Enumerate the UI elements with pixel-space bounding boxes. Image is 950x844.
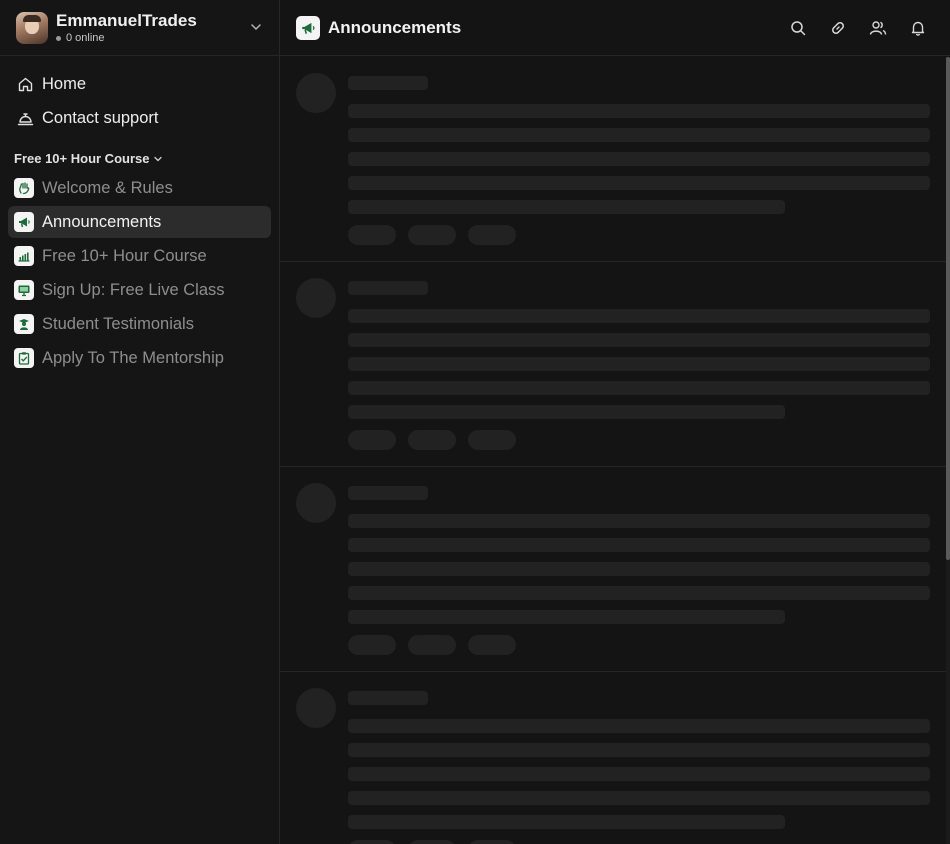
channel-label: Free 10+ Hour Course: [42, 246, 207, 265]
channel-free-course[interactable]: Free 10+ Hour Course: [8, 240, 271, 272]
channel-announcements[interactable]: Announcements: [8, 206, 271, 238]
nav-item-contact-support[interactable]: Contact support: [8, 102, 271, 134]
skeleton-name: [348, 691, 428, 705]
skeleton-line: [348, 791, 930, 805]
skeleton-name: [348, 76, 428, 90]
waving-hand-icon: [14, 178, 34, 198]
channel-list: Welcome & Rules Announcements Free 10+ H…: [0, 172, 279, 374]
skeleton-reaction-pill: [348, 430, 396, 450]
skeleton-name: [348, 486, 428, 500]
skeleton-line: [348, 743, 930, 757]
skeleton-line: [348, 357, 930, 371]
skeleton-reaction-pill: [468, 225, 516, 245]
skeleton-line: [348, 381, 930, 395]
skeleton-line: [348, 152, 930, 166]
server-name: EmmanuelTrades: [56, 11, 197, 30]
page-title: Announcements: [328, 17, 462, 37]
main-panel: Announcements: [280, 0, 950, 844]
online-dot-icon: [56, 35, 61, 41]
nav-item-label: Home: [42, 74, 87, 93]
megaphone-icon: [296, 15, 320, 40]
search-icon[interactable]: [788, 18, 808, 38]
main-nav: Home Contact support: [0, 56, 279, 134]
skeleton-line: [348, 815, 785, 829]
bell-desk-icon: [16, 109, 34, 127]
skeleton-line: [348, 610, 785, 624]
notification-bell-icon[interactable]: [908, 18, 928, 38]
channel-apply-mentorship[interactable]: Apply To The Mentorship: [8, 342, 271, 374]
header-actions: [788, 18, 928, 38]
channel-label: Apply To The Mentorship: [42, 348, 224, 367]
skeleton-reaction-pill: [468, 635, 516, 655]
skeleton-reaction-pill: [408, 840, 456, 844]
online-status: 0 online: [56, 32, 197, 44]
post-skeleton: [280, 672, 946, 844]
skeleton-avatar: [296, 483, 336, 523]
skeleton-reaction-pill: [468, 840, 516, 844]
skeleton-avatar: [296, 278, 336, 318]
scrollbar-thumb[interactable]: [946, 57, 950, 560]
nav-item-home[interactable]: Home: [8, 68, 271, 100]
channel-student-testimonials[interactable]: Student Testimonials: [8, 308, 271, 340]
server-title-block: EmmanuelTrades 0 online: [56, 11, 197, 44]
skeleton-line: [348, 309, 930, 323]
clipboard-icon: [14, 348, 34, 368]
members-icon[interactable]: [868, 18, 888, 38]
skeleton-line: [348, 333, 930, 347]
section-header-course[interactable]: Free 10+ Hour Course: [14, 151, 279, 166]
skeleton-line: [348, 200, 785, 214]
message-feed[interactable]: [280, 57, 946, 844]
server-header[interactable]: EmmanuelTrades 0 online: [0, 0, 279, 56]
nav-item-label: Contact support: [42, 108, 159, 127]
skeleton-name: [348, 281, 428, 295]
chevron-down-icon[interactable]: [249, 20, 263, 34]
channel-label: Welcome & Rules: [42, 178, 173, 197]
skeleton-line: [348, 538, 930, 552]
section-title: Free 10+ Hour Course: [14, 151, 150, 166]
skeleton-line: [348, 176, 930, 190]
skeleton-avatar: [296, 688, 336, 728]
monitor-icon: [14, 280, 34, 300]
graduate-icon: [14, 314, 34, 334]
skeleton-reaction-pill: [408, 430, 456, 450]
chart-bars-icon: [14, 246, 34, 266]
channel-welcome-rules[interactable]: Welcome & Rules: [8, 172, 271, 204]
channel-label: Student Testimonials: [42, 314, 194, 333]
skeleton-avatar: [296, 73, 336, 113]
skeleton-line: [348, 514, 930, 528]
skeleton-line: [348, 562, 930, 576]
channel-header: Announcements: [280, 0, 950, 56]
skeleton-line: [348, 405, 785, 419]
channel-sign-up-live-class[interactable]: Sign Up: Free Live Class: [8, 274, 271, 306]
skeleton-line: [348, 128, 930, 142]
megaphone-icon: [14, 212, 34, 232]
feed-scrollbar[interactable]: [946, 57, 950, 844]
link-icon[interactable]: [828, 18, 848, 38]
channel-label: Sign Up: Free Live Class: [42, 280, 225, 299]
skeleton-reaction-pill: [408, 635, 456, 655]
skeleton-reaction-pill: [348, 840, 396, 844]
post-skeleton: [280, 467, 946, 672]
online-count: 0 online: [66, 32, 105, 44]
post-skeleton: [280, 57, 946, 262]
chevron-down-icon: [154, 156, 163, 161]
home-icon: [16, 75, 34, 93]
skeleton-reaction-pill: [408, 225, 456, 245]
sidebar: EmmanuelTrades 0 online Home Contact sup…: [0, 0, 280, 844]
skeleton-line: [348, 586, 930, 600]
post-skeleton: [280, 262, 946, 467]
channel-label: Announcements: [42, 212, 162, 231]
skeleton-line: [348, 767, 930, 781]
skeleton-reaction-pill: [348, 225, 396, 245]
skeleton-reaction-pill: [468, 430, 516, 450]
skeleton-line: [348, 104, 930, 118]
server-avatar: [16, 11, 48, 44]
skeleton-line: [348, 719, 930, 733]
skeleton-reaction-pill: [348, 635, 396, 655]
